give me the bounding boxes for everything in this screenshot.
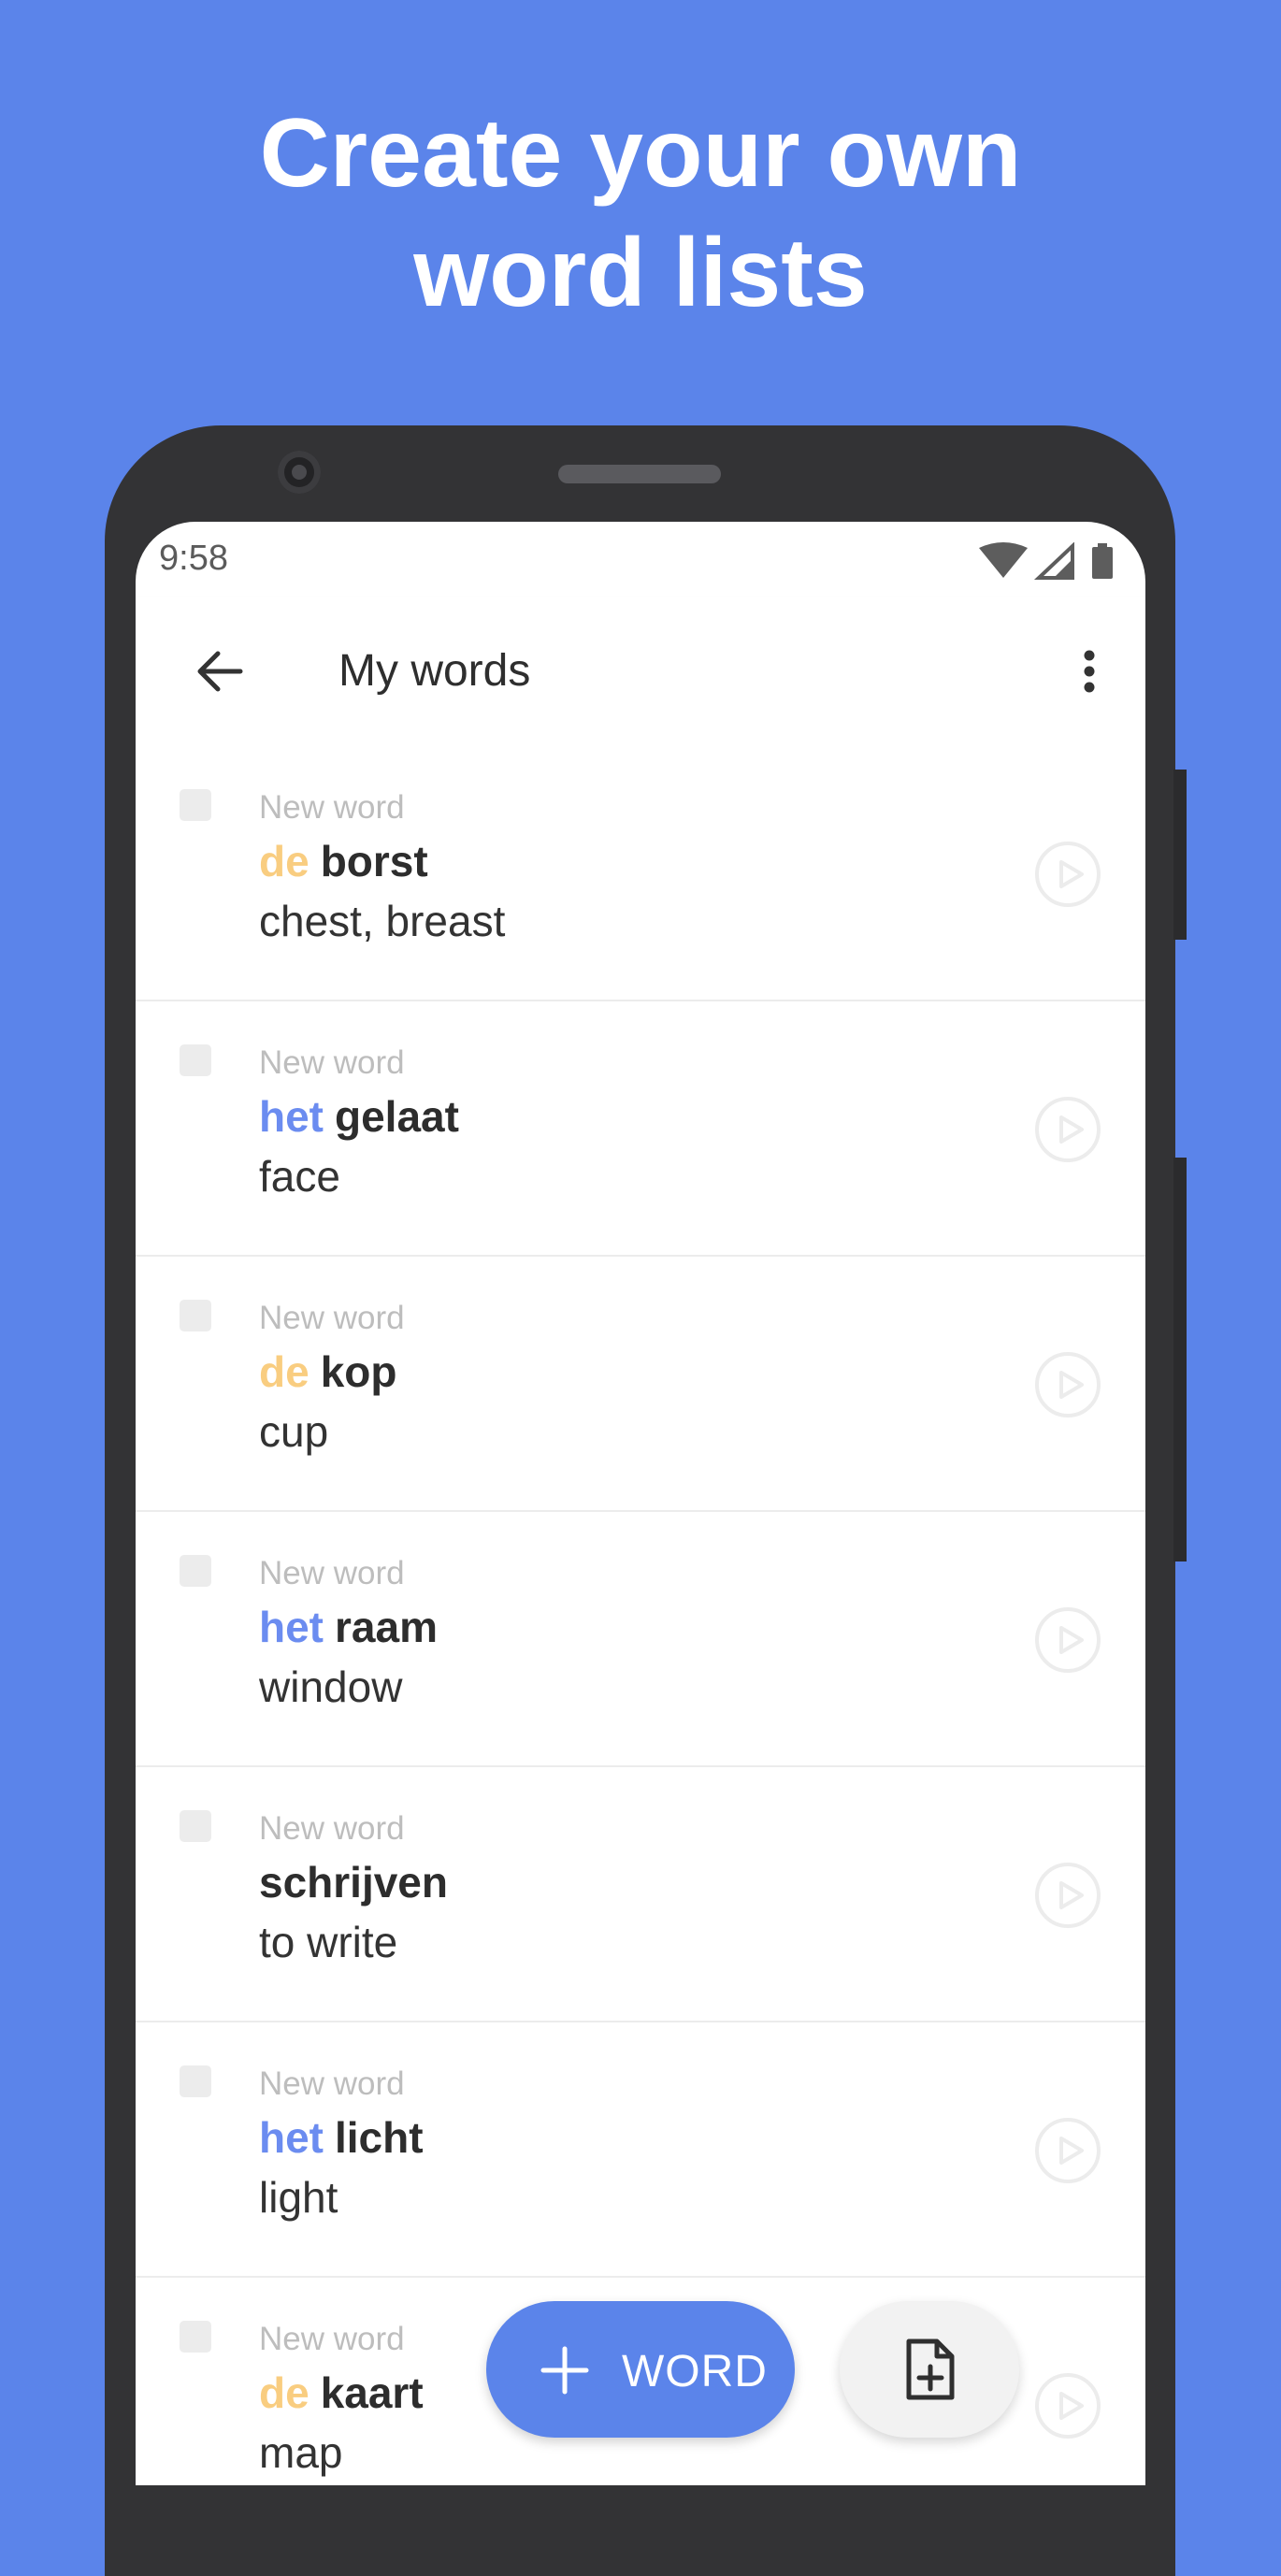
import-file-button[interactable]	[840, 2301, 1019, 2438]
play-audio-button[interactable]	[1033, 1861, 1102, 1930]
play-audio-button[interactable]	[1033, 1605, 1102, 1675]
word-list-item[interactable]: New word schrijven to write	[136, 1767, 1145, 2022]
more-menu-button[interactable]	[1061, 634, 1117, 709]
headline-line-1: Create your own	[259, 99, 1022, 208]
status-time: 9:58	[159, 539, 228, 578]
word-text: kop	[320, 1347, 397, 1396]
select-checkbox[interactable]	[180, 1044, 211, 1076]
word-article: het	[259, 2113, 324, 2162]
camera-icon	[278, 451, 321, 494]
word-translation: window	[259, 1662, 403, 1711]
plus-icon	[540, 2346, 589, 2395]
play-audio-button[interactable]	[1033, 2371, 1102, 2440]
select-checkbox[interactable]	[180, 789, 211, 821]
word-list-item[interactable]: New word het raam window	[136, 1512, 1145, 1767]
word-text: licht	[335, 2113, 424, 2162]
word-entry: het licht	[259, 2112, 424, 2163]
word-list: New word de borst chest, breast New word het g…	[136, 746, 1145, 2485]
phone-screen: 9:58 My words New word de borst chest, b…	[136, 522, 1145, 2485]
add-word-label: WORD	[622, 2347, 768, 2396]
word-list-item[interactable]: New word het licht light	[136, 2022, 1145, 2278]
select-checkbox[interactable]	[180, 1555, 211, 1587]
phone-speaker	[558, 465, 721, 483]
select-checkbox[interactable]	[180, 2065, 211, 2097]
back-button[interactable]	[182, 634, 257, 709]
word-article: de	[259, 837, 309, 885]
word-text: raam	[335, 1603, 438, 1651]
word-status-label: New word	[259, 1044, 405, 1081]
word-entry: schrijven	[259, 1857, 448, 1907]
play-audio-button[interactable]	[1033, 1095, 1102, 1164]
arrow-left-icon	[197, 651, 243, 692]
word-status-label: New word	[259, 1555, 405, 1591]
word-list-item[interactable]: New word de borst chest, breast	[136, 746, 1145, 1001]
more-vertical-icon	[1084, 650, 1095, 693]
play-audio-button[interactable]	[1033, 1350, 1102, 1419]
word-article: de	[259, 1347, 309, 1396]
headline: Create your own word lists	[0, 94, 1281, 333]
play-audio-button[interactable]	[1033, 840, 1102, 909]
play-audio-button[interactable]	[1033, 2116, 1102, 2185]
phone-side-button	[1173, 770, 1187, 940]
word-translation: chest, breast	[259, 897, 506, 945]
word-translation: cup	[259, 1407, 329, 1456]
add-word-button[interactable]: WORD	[486, 2301, 795, 2438]
battery-icon	[1092, 543, 1113, 579]
wifi-icon	[979, 542, 1028, 578]
word-list-item[interactable]: New word de kop cup	[136, 1257, 1145, 1512]
word-text: gelaat	[335, 1092, 459, 1141]
status-icons	[979, 542, 1113, 580]
word-entry: het gelaat	[259, 1091, 459, 1142]
word-text: kaart	[320, 2368, 424, 2417]
word-article: de	[259, 2368, 309, 2417]
word-status-label: New word	[259, 2321, 405, 2357]
status-bar: 9:58	[136, 522, 1145, 597]
word-translation: light	[259, 2173, 338, 2222]
word-status-label: New word	[259, 789, 405, 826]
word-status-label: New word	[259, 2065, 405, 2102]
word-entry: de borst	[259, 836, 428, 886]
select-checkbox[interactable]	[180, 1810, 211, 1842]
toolbar: My words	[136, 597, 1145, 746]
word-text: borst	[320, 837, 428, 885]
word-translation: face	[259, 1152, 340, 1201]
word-text: schrijven	[259, 1858, 448, 1907]
word-entry: de kaart	[259, 2367, 424, 2418]
word-entry: het raam	[259, 1602, 438, 1652]
word-status-label: New word	[259, 1300, 405, 1336]
select-checkbox[interactable]	[180, 2321, 211, 2353]
file-add-icon	[906, 2339, 955, 2400]
page-title: My words	[338, 646, 531, 696]
word-list-item[interactable]: New word het gelaat face	[136, 1001, 1145, 1257]
word-article: het	[259, 1603, 324, 1651]
word-translation: to write	[259, 1918, 398, 1966]
word-translation: map	[259, 2428, 343, 2477]
word-article: het	[259, 1092, 324, 1141]
select-checkbox[interactable]	[180, 1300, 211, 1331]
word-entry: de kop	[259, 1346, 396, 1397]
headline-line-2: word lists	[413, 219, 868, 327]
word-status-label: New word	[259, 1810, 405, 1847]
phone-side-button	[1173, 1158, 1187, 1561]
